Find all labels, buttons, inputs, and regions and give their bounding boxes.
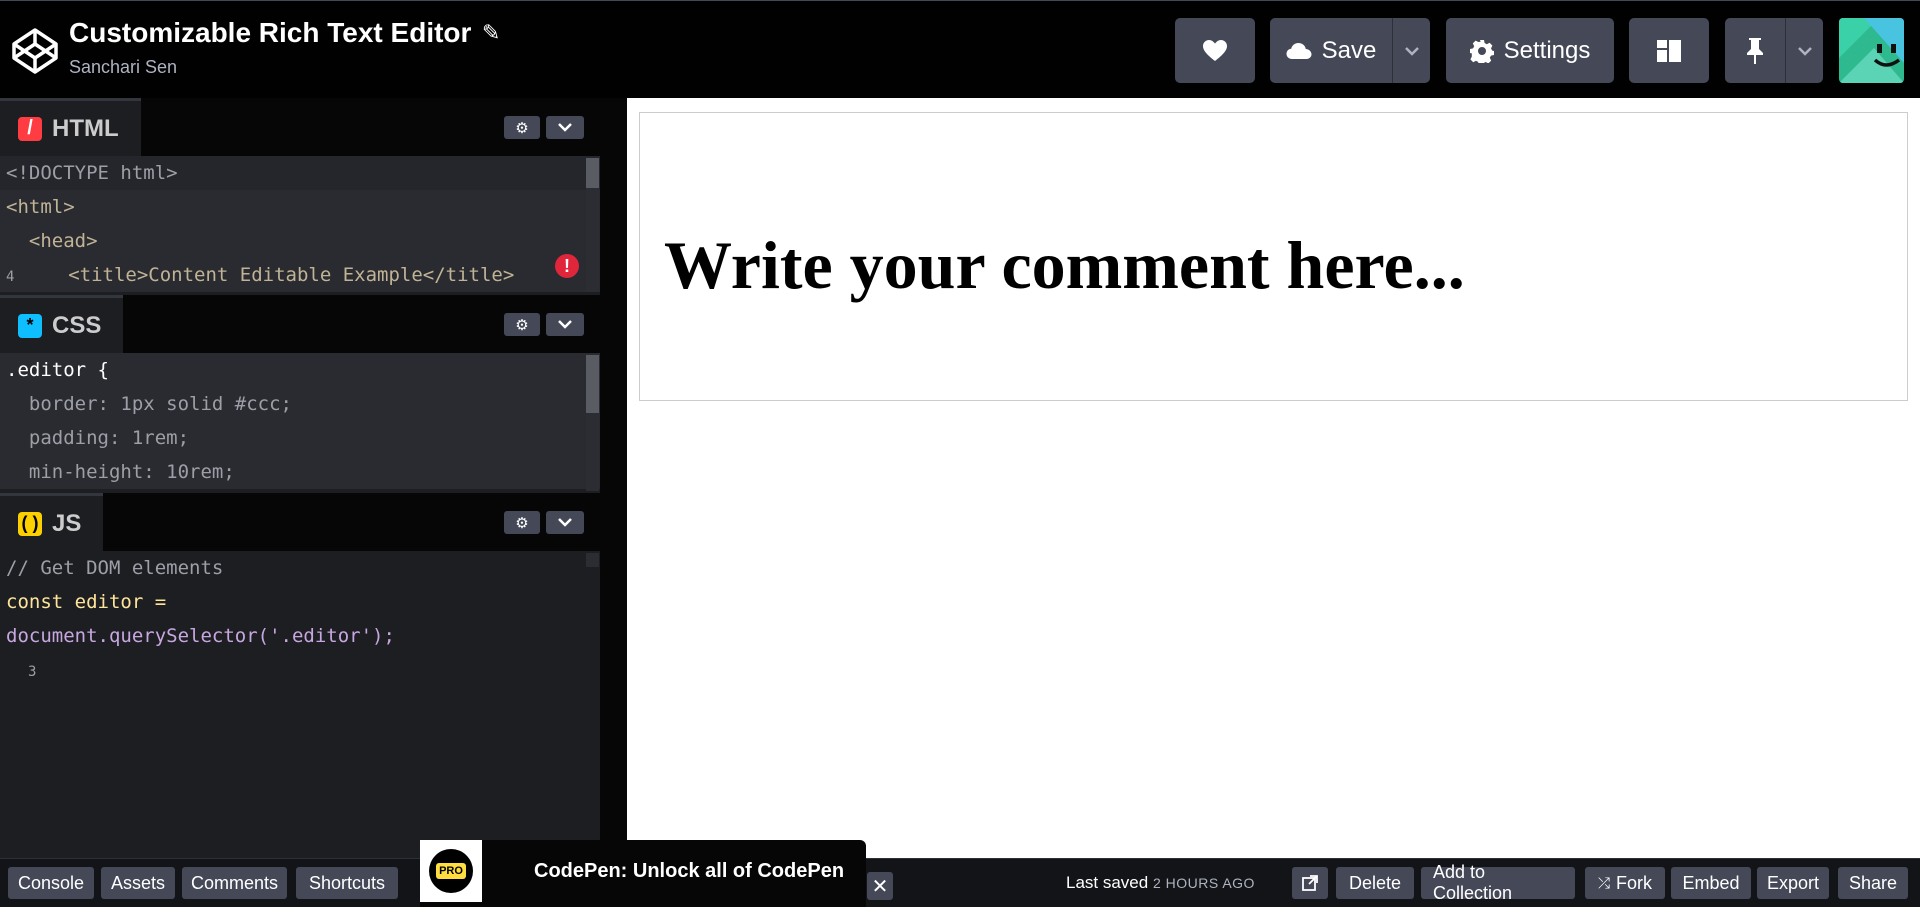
fork-icon: ⤮	[1597, 874, 1610, 892]
tab-js[interactable]: ( ) JS	[0, 493, 104, 551]
scrollbar-thumb[interactable]	[586, 158, 599, 188]
save-options-button[interactable]	[1392, 18, 1430, 83]
css-scrollbar[interactable]	[586, 355, 599, 491]
gear-icon	[1469, 39, 1494, 63]
user-avatar[interactable]	[1839, 18, 1904, 83]
code-line: const editor =	[6, 591, 167, 613]
console-button[interactable]: Console	[8, 867, 94, 899]
pro-badge-label: PRO	[436, 863, 466, 879]
footer-bar: Console Assets Comments Shortcuts Last s…	[0, 858, 1920, 907]
external-link-icon	[1302, 875, 1318, 891]
chevron-down-icon	[1797, 46, 1812, 56]
heart-icon	[1203, 39, 1227, 61]
gear-icon: ⚙	[515, 514, 529, 532]
code-line: <html>	[0, 190, 600, 224]
last-saved-label: Last saved	[1066, 873, 1149, 892]
code-line: padding: 1rem;	[0, 421, 600, 455]
cloud-icon	[1286, 42, 1312, 59]
fork-label: Fork	[1616, 872, 1652, 893]
js-collapse-button[interactable]	[546, 511, 584, 534]
open-external-button[interactable]	[1292, 867, 1328, 899]
layout-icon	[1657, 39, 1681, 62]
last-saved-status: Last saved 2 HOURS AGO	[1066, 873, 1255, 893]
html-settings-button[interactable]: ⚙	[504, 116, 540, 139]
code-line: 3	[28, 664, 37, 680]
html-code-editor[interactable]: <!DOCTYPE html> <html> <head> 4 <title>C…	[0, 156, 600, 292]
pencil-icon[interactable]: ✎	[482, 20, 500, 46]
html-scrollbar[interactable]	[586, 158, 599, 292]
pane-resizer[interactable]	[600, 98, 627, 858]
css-tab-label: CSS	[52, 311, 102, 339]
shortcuts-button[interactable]: Shortcuts	[296, 867, 398, 899]
css-settings-button[interactable]: ⚙	[504, 313, 540, 336]
save-button[interactable]: Save	[1270, 18, 1392, 83]
fork-button[interactable]: ⤮ Fork	[1585, 867, 1665, 899]
chevron-down-icon	[558, 320, 572, 329]
pro-badge-icon: PRO	[420, 840, 482, 902]
save-label: Save	[1321, 36, 1377, 64]
scrollbar-thumb[interactable]	[586, 355, 599, 413]
share-button[interactable]: Share	[1838, 867, 1908, 899]
promo-text[interactable]: CodePen: Unlock all of CodePen	[534, 860, 844, 883]
author-name[interactable]: Sanchari Sen	[69, 57, 500, 78]
delete-button[interactable]: Delete	[1336, 867, 1414, 899]
css-pane-header: * CSS ⚙	[0, 295, 600, 353]
css-code-editor[interactable]: .editor { border: 1px solid #ccc; paddin…	[0, 353, 600, 491]
editor-panes: / HTML ⚙ <!DOCTYPE html> <html> <head> 4…	[0, 98, 600, 858]
error-icon[interactable]: !	[555, 254, 579, 278]
settings-button[interactable]: Settings	[1446, 18, 1614, 83]
code-line: <!DOCTYPE html>	[0, 156, 600, 190]
codepen-logo-icon[interactable]	[11, 27, 59, 75]
chevron-down-icon	[558, 518, 572, 527]
gear-icon: ⚙	[515, 316, 529, 334]
css-asterisk-icon: *	[18, 313, 42, 338]
code-line: min-height: 10rem;	[0, 455, 600, 489]
html-collapse-button[interactable]	[546, 116, 584, 139]
js-pane-header: ( ) JS ⚙	[0, 493, 600, 551]
code-line: // Get DOM elements	[6, 557, 224, 579]
pro-promo-banner[interactable]: PRO CodePen: Unlock all of CodePen	[420, 840, 866, 907]
css-collapse-button[interactable]	[546, 313, 584, 336]
chevron-down-icon	[1404, 46, 1419, 56]
code-line: .editor {	[0, 353, 600, 387]
pin-icon	[1747, 37, 1763, 64]
tab-html[interactable]: / HTML	[0, 98, 141, 156]
add-to-collection-button[interactable]: Add to Collection	[1421, 862, 1575, 903]
gear-icon: ⚙	[515, 119, 529, 137]
last-saved-time: 2 HOURS AGO	[1152, 875, 1255, 891]
js-settings-button[interactable]: ⚙	[504, 511, 540, 534]
js-code-editor[interactable]: // Get DOM elements const editor = docum…	[0, 551, 600, 858]
header-bar: Customizable Rich Text Editor ✎ Sanchari…	[0, 0, 1920, 98]
code-line: 4 <title>Content Editable Example</title…	[0, 258, 600, 292]
export-button[interactable]: Export	[1757, 867, 1829, 899]
embed-button[interactable]: Embed	[1671, 867, 1751, 899]
editor-text[interactable]: Write your comment here...	[664, 226, 1465, 305]
code-line: document.querySelector('.editor');	[6, 625, 395, 647]
pen-title[interactable]: Customizable Rich Text Editor	[69, 17, 471, 49]
preview-frame: Write your comment here...	[627, 98, 1920, 858]
html-tab-label: HTML	[52, 114, 119, 142]
pin-button[interactable]	[1725, 18, 1785, 83]
tab-css[interactable]: * CSS	[0, 295, 124, 353]
change-view-button[interactable]	[1629, 18, 1709, 83]
comments-button[interactable]: Comments	[182, 867, 287, 899]
love-button[interactable]	[1175, 18, 1255, 83]
assets-button[interactable]: Assets	[101, 867, 175, 899]
js-parens-icon: ( )	[18, 511, 42, 536]
js-scrollbar[interactable]	[586, 553, 599, 567]
settings-label: Settings	[1503, 36, 1591, 64]
html-slash-icon: /	[18, 116, 42, 141]
content-editable-box[interactable]: Write your comment here...	[639, 112, 1908, 401]
js-tab-label: JS	[52, 509, 82, 537]
avatar-image	[1839, 18, 1904, 83]
close-icon[interactable]: ✕	[867, 872, 893, 900]
pin-options-button[interactable]	[1785, 18, 1823, 83]
chevron-down-icon	[558, 123, 572, 132]
code-line: <head>	[0, 224, 600, 258]
html-pane-header: / HTML ⚙	[0, 98, 600, 156]
code-line: border: 1px solid #ccc;	[0, 387, 600, 421]
